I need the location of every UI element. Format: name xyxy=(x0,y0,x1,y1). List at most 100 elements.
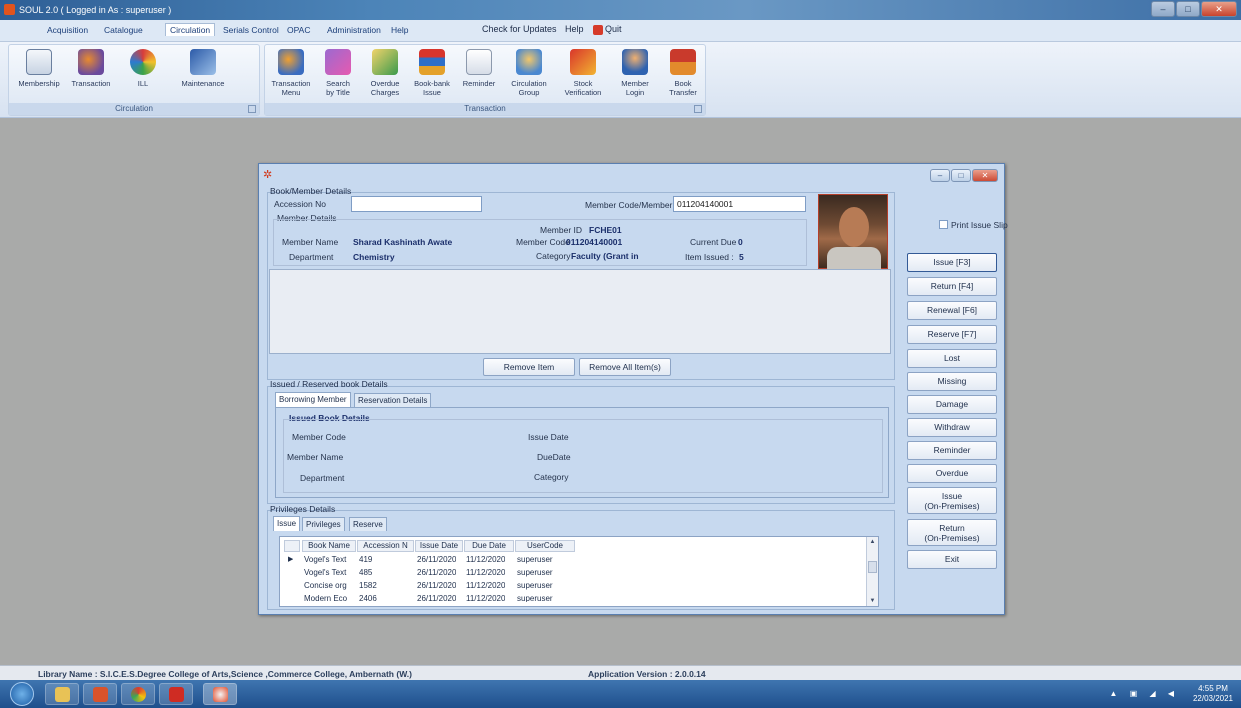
col-due-date[interactable]: Due Date xyxy=(464,540,514,552)
lost-button[interactable]: Lost xyxy=(907,349,997,368)
check-updates-link[interactable]: Check for Updates xyxy=(482,24,557,34)
return-on-premises-button[interactable]: Return (On-Premises) xyxy=(907,519,997,546)
items-issued-label: Item Issued : xyxy=(685,252,734,262)
table-cell[interactable]: 11/12/2020 xyxy=(466,555,505,564)
maintenance-button[interactable]: Maintenance xyxy=(179,49,227,88)
minimize-icon[interactable]: – xyxy=(1151,1,1175,17)
table-cell[interactable]: Vogel's Text xyxy=(304,568,356,577)
tab-issue[interactable]: Issue xyxy=(273,516,301,531)
menu-serials-control[interactable]: Serials Control xyxy=(223,25,279,35)
dialog-maximize-icon[interactable]: □ xyxy=(951,169,971,182)
col-usercode[interactable]: UserCode xyxy=(515,540,575,552)
table-cell[interactable]: 26/11/2020 xyxy=(417,594,456,602)
table-cell[interactable]: superuser xyxy=(517,581,553,590)
table-cell[interactable]: 485 xyxy=(359,568,372,577)
scroll-thumb[interactable] xyxy=(868,561,877,573)
group-launcher-icon[interactable] xyxy=(694,105,702,113)
maintenance-icon xyxy=(190,49,216,75)
close-icon[interactable]: ✕ xyxy=(1201,1,1237,17)
grid-vertical-scrollbar[interactable]: ▲ ▼ xyxy=(866,537,878,606)
table-cell[interactable]: superuser xyxy=(517,555,553,564)
book-bank-issue-button[interactable]: Book-bank Issue xyxy=(408,49,456,97)
taskbar-explorer[interactable] xyxy=(45,683,79,705)
col-book-name[interactable]: Book Name xyxy=(302,540,356,552)
withdraw-button[interactable]: Withdraw xyxy=(907,418,997,437)
ill-button[interactable]: ILL xyxy=(119,49,167,88)
table-cell[interactable]: 2406 xyxy=(359,594,377,602)
missing-button[interactable]: Missing xyxy=(907,372,997,391)
table-cell[interactable]: 26/11/2020 xyxy=(417,581,456,590)
dialog-minimize-icon[interactable]: – xyxy=(930,169,950,182)
table-cell[interactable]: 11/12/2020 xyxy=(466,594,505,602)
return-button[interactable]: Return [F4] xyxy=(907,277,997,296)
member-login-button[interactable]: Member Login xyxy=(611,49,659,97)
maximize-icon[interactable]: □ xyxy=(1176,1,1200,17)
member-id-value: FCHE01 xyxy=(589,225,622,235)
tab-borrowing-member[interactable]: Borrowing Member xyxy=(275,392,351,407)
exit-button[interactable]: Exit xyxy=(907,550,997,569)
issue-on-premises-button[interactable]: Issue (On-Premises) xyxy=(907,487,997,514)
quit-button[interactable]: Quit xyxy=(593,24,622,35)
taskbar-soul[interactable] xyxy=(203,683,237,705)
reminder-button[interactable]: Reminder xyxy=(907,441,997,460)
scanned-items-area[interactable] xyxy=(269,269,891,354)
membership-button[interactable]: Membership xyxy=(15,49,63,88)
tab-reserve[interactable]: Reserve xyxy=(349,517,387,531)
menu-administration[interactable]: Administration xyxy=(327,25,381,35)
table-cell[interactable]: 419 xyxy=(359,555,372,564)
col-accession[interactable]: Accession N xyxy=(357,540,414,552)
search-by-title-button[interactable]: Search by Title xyxy=(314,49,362,97)
member-code-input[interactable] xyxy=(673,196,806,212)
member-code2-label: Member Code xyxy=(516,237,570,247)
print-issue-slip-checkbox[interactable] xyxy=(939,220,948,229)
table-cell[interactable]: 11/12/2020 xyxy=(466,581,505,590)
menu-acquisition[interactable]: Acquisition xyxy=(47,25,88,35)
circulation-group-button[interactable]: Circulation Group xyxy=(505,49,553,97)
transaction-button[interactable]: Transaction xyxy=(67,49,115,88)
damage-button[interactable]: Damage xyxy=(907,395,997,414)
taskbar-office[interactable] xyxy=(83,683,117,705)
scroll-down-icon[interactable]: ▼ xyxy=(868,598,877,604)
menu-catalogue[interactable]: Catalogue xyxy=(104,25,143,35)
renewal-button[interactable]: Renewal [F6] xyxy=(907,301,997,320)
table-cell[interactable]: superuser xyxy=(517,594,553,602)
reminder-button[interactable]: Reminder xyxy=(455,49,503,88)
scroll-up-icon[interactable]: ▲ xyxy=(868,539,877,545)
issued-reserved-title: Issued / Reserved book Details xyxy=(270,379,388,389)
transaction-menu-button[interactable]: Transaction Menu xyxy=(267,49,315,97)
table-cell[interactable]: Vogel's Text xyxy=(304,555,356,564)
tab-privileges[interactable]: Privileges xyxy=(302,517,345,531)
overdue-button[interactable]: Overdue xyxy=(907,464,997,483)
remove-all-items-button[interactable]: Remove All Item(s) xyxy=(579,358,671,376)
table-cell[interactable]: superuser xyxy=(517,568,553,577)
reserve-button[interactable]: Reserve [F7] xyxy=(907,325,997,344)
remove-item-button[interactable]: Remove Item xyxy=(483,358,575,376)
member-id-label: Member ID xyxy=(540,225,583,235)
group-launcher-icon[interactable] xyxy=(248,105,256,113)
table-cell[interactable]: 11/12/2020 xyxy=(466,568,505,577)
system-tray-icons[interactable]: ▲ ▣ ◢ ◀ xyxy=(1110,689,1179,698)
table-cell[interactable]: 26/11/2020 xyxy=(417,555,456,564)
dialog-close-icon[interactable]: ✕ xyxy=(972,169,998,182)
issue-button[interactable]: Issue [F3] xyxy=(907,253,997,272)
stock-verification-button[interactable]: Stock Verification xyxy=(559,49,607,97)
taskbar-pdf[interactable] xyxy=(159,683,193,705)
start-button-icon[interactable] xyxy=(10,682,34,706)
menu-opac[interactable]: OPAC xyxy=(287,25,310,35)
table-cell[interactable]: Concise org xyxy=(304,581,356,590)
menu-help[interactable]: Help xyxy=(391,25,408,35)
menu-circulation[interactable]: Circulation xyxy=(165,23,216,36)
issued-book-details-group xyxy=(283,419,883,493)
table-cell[interactable]: Modern Eco xyxy=(304,594,356,602)
taskbar-chrome[interactable] xyxy=(121,683,155,705)
accession-input[interactable] xyxy=(351,196,482,212)
help-link[interactable]: Help xyxy=(565,24,584,34)
overdue-charges-button[interactable]: Overdue Charges xyxy=(361,49,409,97)
clock[interactable]: 4:55 PM 22/03/2021 xyxy=(1193,684,1233,704)
circulation-transaction-dialog: ✲ – □ ✕ Book/Member Details Accession No… xyxy=(258,163,1008,615)
book-transfer-button[interactable]: Book Transfer xyxy=(659,49,707,97)
table-cell[interactable]: 26/11/2020 xyxy=(417,568,456,577)
tab-reservation-details[interactable]: Reservation Details xyxy=(354,393,432,407)
table-cell[interactable]: 1582 xyxy=(359,581,377,590)
col-issue-date[interactable]: Issue Date xyxy=(415,540,463,552)
